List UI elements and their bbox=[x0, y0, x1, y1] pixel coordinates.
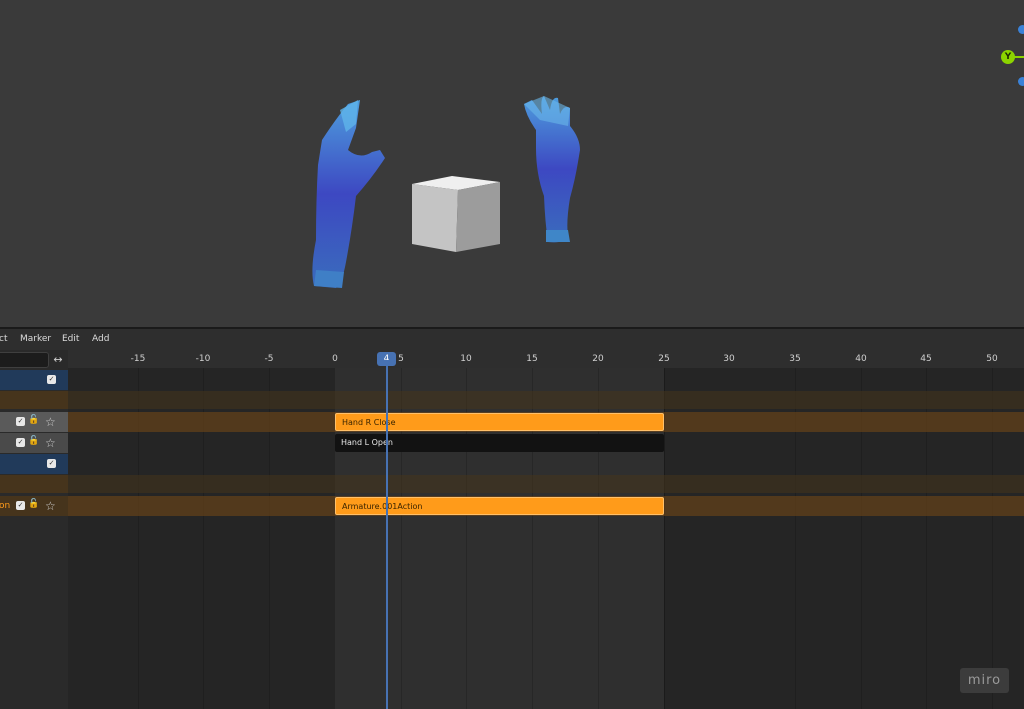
3d-viewport[interactable]: Y bbox=[0, 0, 1024, 327]
track-channel[interactable]: on ✓ 🔓 ☆ bbox=[0, 496, 68, 516]
action-row[interactable] bbox=[0, 475, 1024, 493]
cube-object[interactable] bbox=[412, 176, 500, 252]
ruler-tick: 30 bbox=[723, 354, 735, 364]
object-row[interactable]: ✓ bbox=[0, 370, 1024, 390]
star-icon[interactable]: ☆ bbox=[45, 437, 56, 449]
nla-strip-hand-l[interactable]: Hand L Open bbox=[335, 434, 664, 452]
gizmo-z-axis-icon[interactable] bbox=[1018, 25, 1024, 34]
object-channel[interactable]: ✓ bbox=[0, 370, 68, 390]
ruler-tick: 20 bbox=[592, 354, 604, 364]
gizmo-y-axis-line bbox=[1014, 56, 1024, 58]
nla-editor: ct Marker Edit Add ↔ -15 -10 -5 0 5 10 1… bbox=[0, 329, 1024, 709]
track-channel[interactable]: ✓ 🔓 ☆ bbox=[0, 433, 68, 453]
menu-edit[interactable]: Edit bbox=[62, 334, 79, 344]
right-hand-model[interactable] bbox=[524, 96, 580, 243]
checkbox-icon[interactable]: ✓ bbox=[16, 438, 25, 447]
checkbox-icon[interactable]: ✓ bbox=[47, 375, 56, 384]
unlock-icon[interactable]: 🔓 bbox=[28, 499, 39, 509]
left-hand-model[interactable] bbox=[312, 100, 385, 288]
menu-marker[interactable]: Marker bbox=[20, 334, 51, 344]
action-row-band bbox=[68, 475, 1024, 493]
nla-strip-armature[interactable]: Armature.001Action bbox=[335, 497, 664, 515]
action-channel[interactable] bbox=[0, 391, 68, 409]
viewport-scene bbox=[312, 96, 580, 288]
ruler-tick: -10 bbox=[195, 354, 211, 364]
unlock-icon[interactable]: 🔓 bbox=[28, 436, 39, 446]
object-row[interactable]: ✓ bbox=[0, 454, 1024, 474]
menu-select[interactable]: ct bbox=[0, 334, 7, 344]
playhead-line[interactable] bbox=[386, 360, 388, 709]
ruler-tick: -5 bbox=[264, 354, 274, 364]
miro-watermark: miro bbox=[960, 668, 1009, 693]
action-channel[interactable] bbox=[0, 475, 68, 493]
nla-track-row[interactable]: ✓ 🔓 ☆ Hand R Close bbox=[0, 412, 1024, 432]
gizmo-x-axis-icon[interactable] bbox=[1018, 77, 1024, 86]
star-icon[interactable]: ☆ bbox=[45, 416, 56, 428]
gizmo-y-label: Y bbox=[1004, 52, 1012, 62]
nla-menubar: ct Marker Edit Add bbox=[0, 329, 1024, 350]
ruler-tick: 50 bbox=[986, 354, 998, 364]
channel-search-input[interactable] bbox=[0, 352, 49, 368]
ruler-tick: 40 bbox=[855, 354, 867, 364]
gizmo-y-axis-icon[interactable]: Y bbox=[1001, 50, 1015, 64]
checkbox-icon[interactable]: ✓ bbox=[16, 417, 25, 426]
ruler-tick: 35 bbox=[789, 354, 801, 364]
ruler-tick: 0 bbox=[332, 354, 338, 364]
nla-strip-hand-r[interactable]: Hand R Close bbox=[335, 413, 664, 431]
frame-ruler[interactable]: -15 -10 -5 0 5 10 15 20 25 30 35 40 45 5… bbox=[68, 350, 1024, 368]
track-name: on bbox=[0, 501, 11, 511]
ruler-tick: -15 bbox=[130, 354, 146, 364]
ruler-tick: 25 bbox=[658, 354, 670, 364]
ruler-tick: 45 bbox=[920, 354, 932, 364]
menu-add[interactable]: Add bbox=[92, 334, 109, 344]
nla-track-row[interactable]: on ✓ 🔓 ☆ Armature.001Action bbox=[0, 496, 1024, 516]
double-arrow-icon[interactable]: ↔ bbox=[50, 352, 66, 367]
ruler-tick: 15 bbox=[526, 354, 538, 364]
action-row-band bbox=[68, 391, 1024, 409]
object-channel[interactable]: ✓ bbox=[0, 454, 68, 474]
action-row[interactable] bbox=[0, 391, 1024, 409]
checkbox-icon[interactable]: ✓ bbox=[16, 501, 25, 510]
track-channel[interactable]: ✓ 🔓 ☆ bbox=[0, 412, 68, 432]
ruler-tick: 10 bbox=[460, 354, 472, 364]
star-icon[interactable]: ☆ bbox=[45, 500, 56, 512]
nla-track-row[interactable]: ✓ 🔓 ☆ Hand L Open bbox=[0, 433, 1024, 453]
unlock-icon[interactable]: 🔓 bbox=[28, 415, 39, 425]
checkbox-icon[interactable]: ✓ bbox=[47, 459, 56, 468]
